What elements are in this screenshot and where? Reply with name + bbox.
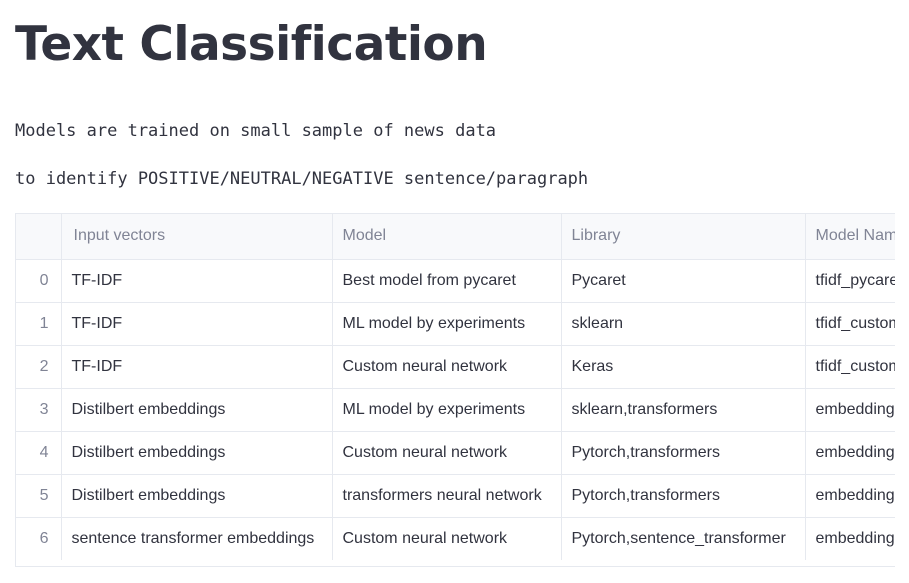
- cell-model[interactable]: ML model by experiments: [332, 302, 562, 346]
- cell-library[interactable]: Pytorch,sentence_transformer: [561, 517, 806, 560]
- table-row[interactable]: 2 TF-IDF Custom neural network Keras tfidf_…: [16, 345, 895, 389]
- description-line-2: to identify POSITIVE/NEUTRAL/NEGATIVE se…: [15, 169, 589, 189]
- cell-model[interactable]: Custom neural network: [332, 431, 562, 475]
- table-body: 0 TF-IDF Best model from pycaret Pycaret tfi…: [16, 259, 895, 560]
- cell-model-name[interactable]: tfidf_pycaret: [805, 259, 895, 303]
- models-table[interactable]: Input vectors Model Library Model Name 0…: [15, 213, 895, 567]
- cell-model[interactable]: Best model from pycaret: [332, 259, 562, 303]
- row-index[interactable]: 5: [16, 474, 62, 518]
- cell-model[interactable]: Custom neural network: [332, 517, 562, 560]
- cell-input-vectors[interactable]: TF-IDF: [61, 259, 333, 303]
- table-row[interactable]: 3 Distilbert embeddings ML model by experi…: [16, 388, 895, 432]
- cell-model-name[interactable]: embeddings: [805, 388, 895, 432]
- row-index[interactable]: 0: [16, 259, 62, 303]
- cell-model-name[interactable]: tfidf_custom: [805, 302, 895, 346]
- column-header-model[interactable]: Model: [332, 214, 562, 260]
- models-dataframe: Input vectors Model Library Model Name 0…: [16, 214, 895, 560]
- cell-model[interactable]: ML model by experiments: [332, 388, 562, 432]
- column-header-input-vectors[interactable]: Input vectors: [61, 214, 333, 260]
- row-index[interactable]: 4: [16, 431, 62, 475]
- cell-model-name[interactable]: embeddings: [805, 431, 895, 475]
- cell-input-vectors[interactable]: TF-IDF: [61, 302, 333, 346]
- cell-model-name[interactable]: tfidf_custom: [805, 345, 895, 389]
- cell-library[interactable]: Keras: [561, 345, 806, 389]
- cell-model-name[interactable]: embeddings: [805, 517, 895, 560]
- cell-input-vectors[interactable]: Distilbert embeddings: [61, 388, 333, 432]
- cell-library[interactable]: sklearn: [561, 302, 806, 346]
- page: Text Classification Models are trained o…: [0, 0, 909, 583]
- row-index[interactable]: 6: [16, 517, 62, 560]
- row-index[interactable]: 2: [16, 345, 62, 389]
- row-index[interactable]: 1: [16, 302, 62, 346]
- row-index[interactable]: 3: [16, 388, 62, 432]
- table-row[interactable]: 6 sentence transformer embeddings Custom n…: [16, 517, 895, 560]
- cell-model-name[interactable]: embeddings: [805, 474, 895, 518]
- table-row[interactable]: 0 TF-IDF Best model from pycaret Pycaret tfi…: [16, 259, 895, 303]
- cell-input-vectors[interactable]: TF-IDF: [61, 345, 333, 389]
- column-header-index[interactable]: [16, 214, 62, 260]
- cell-input-vectors[interactable]: Distilbert embeddings: [61, 474, 333, 518]
- description-line-1: Models are trained on small sample of ne…: [15, 121, 497, 141]
- column-header-library[interactable]: Library: [561, 214, 806, 260]
- page-title: Text Classification: [15, 17, 488, 72]
- cell-library[interactable]: Pytorch,transformers: [561, 474, 806, 518]
- cell-library[interactable]: Pytorch,transformers: [561, 431, 806, 475]
- cell-model[interactable]: transformers neural network: [332, 474, 562, 518]
- table-row[interactable]: 1 TF-IDF ML model by experiments sklearn tf…: [16, 302, 895, 346]
- cell-library[interactable]: Pycaret: [561, 259, 806, 303]
- table-row[interactable]: 5 Distilbert embeddings transformers neura…: [16, 474, 895, 518]
- cell-input-vectors[interactable]: Distilbert embeddings: [61, 431, 333, 475]
- table-header-row: Input vectors Model Library Model Name: [16, 214, 895, 260]
- column-header-model-name[interactable]: Model Name: [805, 214, 895, 260]
- cell-input-vectors[interactable]: sentence transformer embeddings: [61, 517, 333, 560]
- cell-library[interactable]: sklearn,transformers: [561, 388, 806, 432]
- cell-model[interactable]: Custom neural network: [332, 345, 562, 389]
- table-row[interactable]: 4 Distilbert embeddings Custom neural netw…: [16, 431, 895, 475]
